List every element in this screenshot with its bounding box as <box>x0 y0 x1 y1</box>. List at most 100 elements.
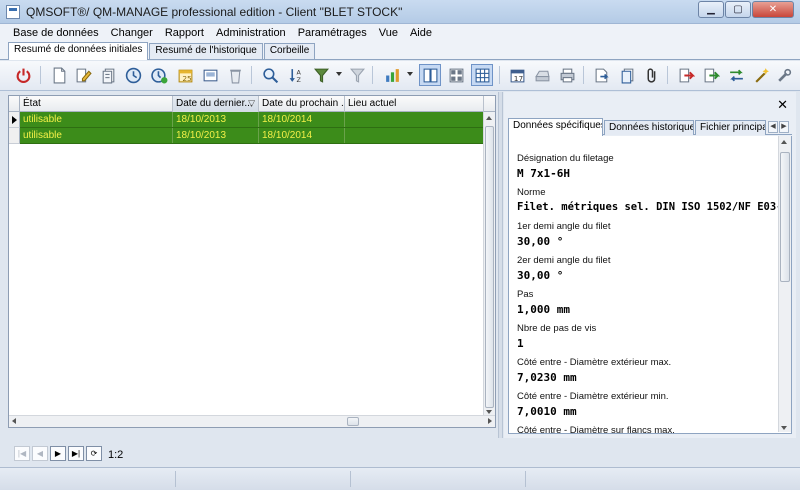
minimize-button[interactable]: ▁ <box>698 1 724 18</box>
menu-administration[interactable]: Administration <box>211 27 291 39</box>
move-out-icon[interactable] <box>675 64 697 86</box>
scroll-thumb[interactable] <box>780 152 790 282</box>
new-document-icon[interactable] <box>48 64 70 86</box>
sort-icon[interactable]: AZ <box>285 64 307 86</box>
swap-icon[interactable] <box>725 64 747 86</box>
print-icon[interactable] <box>556 64 578 86</box>
last-record-icon[interactable]: ▶| <box>68 446 84 461</box>
tab-scroll-left-icon[interactable]: ◀ <box>768 121 778 133</box>
detail-vertical-scrollbar[interactable] <box>778 136 791 432</box>
column-date-dernier[interactable]: Date du dernier... ▽ <box>173 96 259 112</box>
scroll-right-icon[interactable] <box>488 418 492 424</box>
attachment-icon[interactable] <box>641 64 663 86</box>
tab-resume-donnees-initiales[interactable]: Resumé de données initiales <box>8 42 149 60</box>
view-split-icon[interactable] <box>445 64 467 86</box>
cell-etat[interactable]: utilisable <box>20 112 173 127</box>
view-single-icon[interactable] <box>419 64 441 86</box>
menu-rapport[interactable]: Rapport <box>160 27 209 39</box>
tab-donnees-historiques[interactable]: Données historiques <box>604 120 694 135</box>
grid-vertical-scrollbar[interactable] <box>483 112 495 416</box>
tab-fichier-principal[interactable]: Fichier principal <box>695 120 766 135</box>
field-norme: Norme Filet. métriques sel. DIN ISO 1502… <box>517 187 792 213</box>
field-diam-ext-max: Côté entre - Diamètre extérieur max. 7,0… <box>517 357 671 384</box>
tab-donnees-specifiques[interactable]: Données spécifiques <box>508 118 603 136</box>
toolbar: 25 AZ 17 <box>0 61 800 91</box>
documents-icon[interactable] <box>616 64 638 86</box>
grid-horizontal-scrollbar[interactable] <box>9 415 495 427</box>
calendar-add-icon[interactable]: 25 <box>174 64 196 86</box>
move-in-icon[interactable] <box>700 64 722 86</box>
window-title: QMSOFT®/ QM-MANAGE professional edition … <box>26 5 403 19</box>
tab-resume-historique[interactable]: Resumé de l'historique <box>149 43 263 59</box>
scanner-icon[interactable] <box>531 64 553 86</box>
table-row[interactable]: utilisable 18/10/2013 18/10/2014 <box>20 112 484 128</box>
cell-lieu-actuel[interactable] <box>345 112 484 127</box>
column-etat[interactable]: État <box>20 96 173 112</box>
export-icon[interactable] <box>381 64 403 86</box>
cell-etat[interactable]: utilisable <box>20 128 173 143</box>
tab-corbeille[interactable]: Corbeille <box>263 43 316 59</box>
field-designation: Désignation du filetage M 7x1-6H <box>517 153 614 180</box>
table-row[interactable]: utilisable 18/10/2013 18/10/2014 <box>20 128 484 144</box>
refresh-icon[interactable]: ⟳ <box>86 446 102 461</box>
field-label: 2er demi angle du filet <box>517 255 611 266</box>
menu-parametrages[interactable]: Paramétrages <box>293 27 372 39</box>
first-record-icon[interactable]: |◀ <box>14 446 30 461</box>
clock-refresh-icon[interactable] <box>148 64 170 86</box>
scroll-down-icon[interactable] <box>781 426 787 430</box>
tab-scroll-right-icon[interactable]: ▶ <box>779 121 789 133</box>
menu-base-de-donnees[interactable]: Base de données <box>8 27 104 39</box>
card-icon[interactable] <box>199 64 221 86</box>
trash-icon[interactable] <box>224 64 246 86</box>
field-label: 1er demi angle du filet <box>517 221 611 232</box>
cell-lieu-actuel[interactable] <box>345 128 484 143</box>
field-value: Filet. métriques sel. DIN ISO 1502/NF E0… <box>517 201 792 213</box>
row-selector[interactable] <box>9 128 20 144</box>
scroll-thumb[interactable] <box>347 417 359 426</box>
next-record-icon[interactable]: ▶ <box>50 446 66 461</box>
field-value: 7,0010 mm <box>517 405 577 418</box>
filter-clear-icon[interactable] <box>346 64 368 86</box>
menu-vue[interactable]: Vue <box>374 27 403 39</box>
field-label: Pas <box>517 289 534 300</box>
filter-dropdown-arrow[interactable] <box>336 72 342 76</box>
cell-date-dernier[interactable]: 18/10/2013 <box>173 112 259 127</box>
cell-date-dernier[interactable]: 18/10/2013 <box>173 128 259 143</box>
search-icon[interactable] <box>259 64 281 86</box>
calendar-icon[interactable]: 17 <box>506 64 528 86</box>
grid-header: État Date du dernier... ▽ Date du procha… <box>9 96 495 112</box>
scroll-thumb[interactable] <box>485 126 494 408</box>
window-controls: ▁ ▢ ✕ <box>698 1 794 18</box>
cell-date-prochain[interactable]: 18/10/2014 <box>259 112 345 127</box>
previous-record-icon[interactable]: ◀ <box>32 446 48 461</box>
app-icon <box>6 5 20 19</box>
menu-changer[interactable]: Changer <box>106 27 158 39</box>
column-lieu-actuel[interactable]: Lieu actuel <box>345 96 484 112</box>
field-diam-ext-min: Côté entre - Diamètre extérieur min. 7,0… <box>517 391 669 418</box>
svg-text:17: 17 <box>513 73 523 82</box>
clock-icon[interactable] <box>122 64 144 86</box>
close-button[interactable]: ✕ <box>752 1 794 18</box>
scroll-up-icon[interactable] <box>781 140 787 144</box>
menu-aide[interactable]: Aide <box>405 27 437 39</box>
copy-document-icon[interactable] <box>97 64 119 86</box>
field-demi-angle-2: 2er demi angle du filet 30,00 ° <box>517 255 610 282</box>
scroll-down-icon[interactable] <box>486 410 492 414</box>
wand-icon[interactable] <box>750 64 772 86</box>
maximize-button[interactable]: ▢ <box>725 1 751 18</box>
column-date-prochain[interactable]: Date du prochain ... <box>259 96 345 112</box>
document-arrow-icon[interactable] <box>591 64 613 86</box>
scroll-up-icon[interactable] <box>486 116 492 120</box>
filter-icon[interactable] <box>310 64 332 86</box>
scroll-left-icon[interactable] <box>12 418 16 424</box>
view-grid-icon[interactable] <box>471 64 493 86</box>
cell-date-prochain[interactable]: 18/10/2014 <box>259 128 345 143</box>
row-selector[interactable] <box>9 112 20 128</box>
power-icon[interactable] <box>12 64 34 86</box>
edit-document-icon[interactable] <box>72 64 94 86</box>
tools-icon[interactable] <box>773 64 795 86</box>
export-dropdown-arrow[interactable] <box>407 72 413 76</box>
close-panel-icon[interactable]: ✕ <box>777 98 788 113</box>
panel-splitter[interactable] <box>498 92 503 438</box>
record-position: 1:2 <box>108 449 124 461</box>
